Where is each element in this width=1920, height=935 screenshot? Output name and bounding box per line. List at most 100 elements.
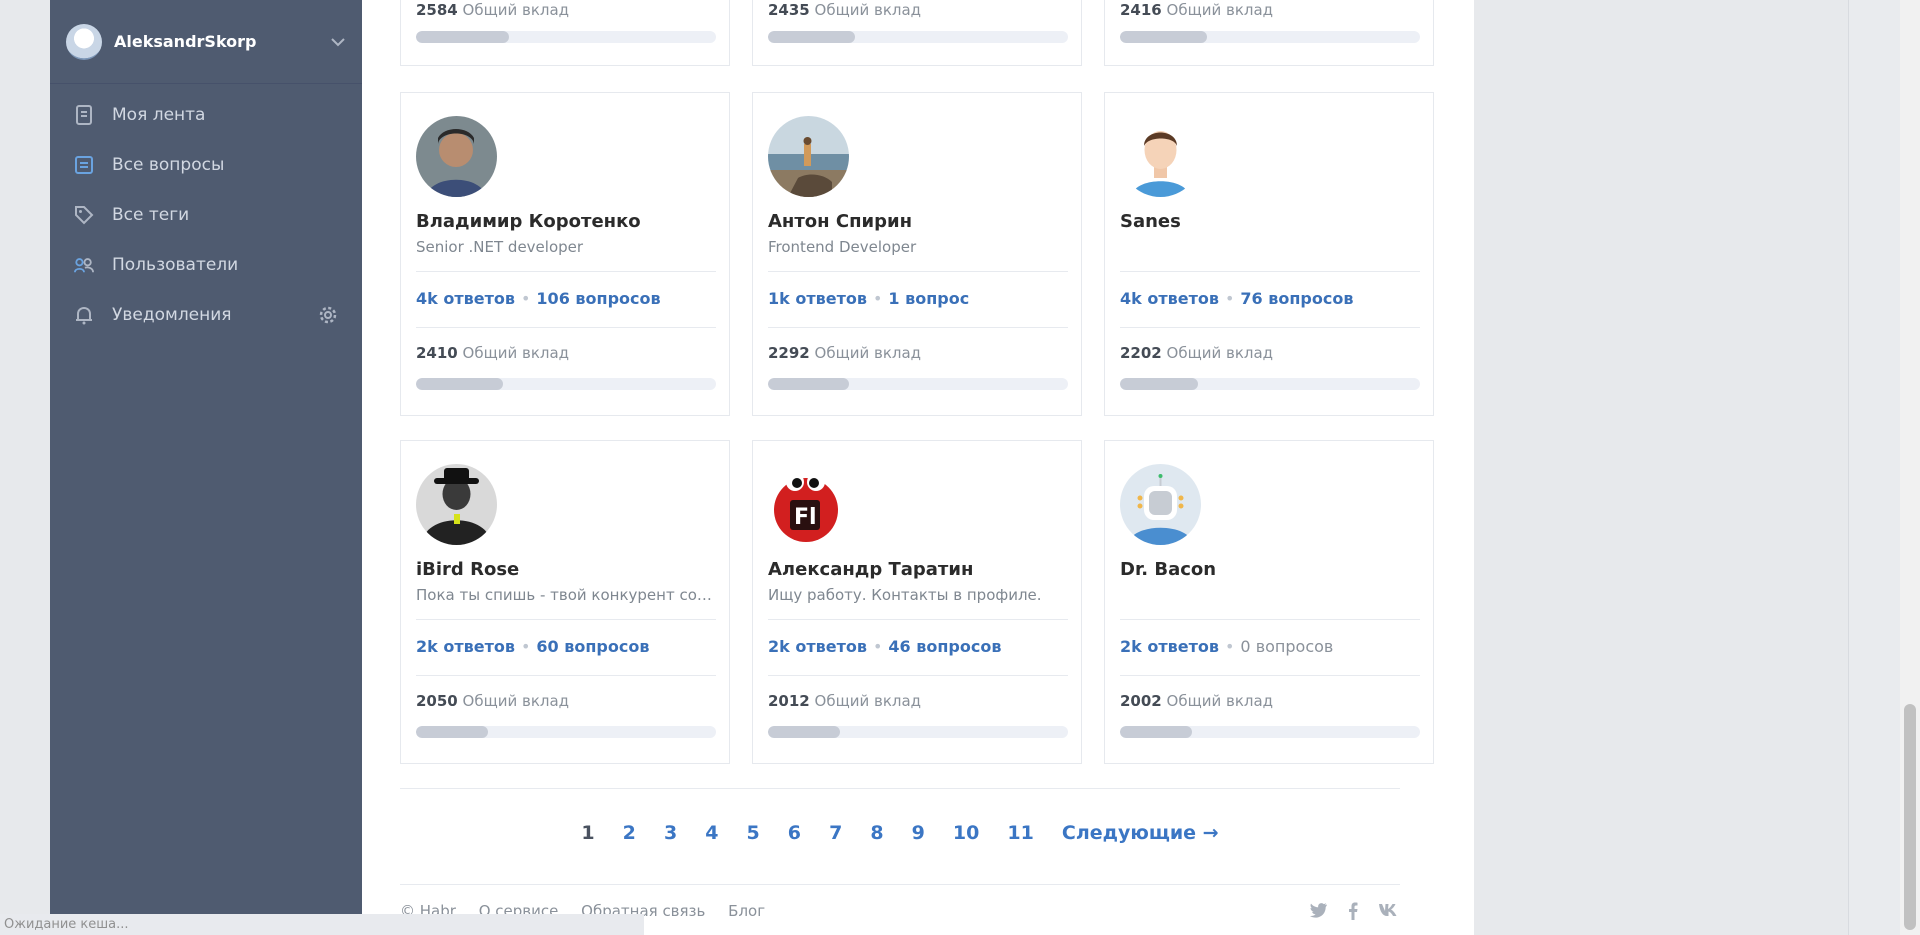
user-name[interactable]: Sanes [1120,211,1181,232]
contribution-bar-fill [768,378,849,390]
user-about: Ищу работу. Контакты в профиле. [768,586,1042,604]
contribution-bar [1120,378,1420,390]
user-name[interactable]: Антон Спирин [768,211,912,232]
facebook-icon[interactable] [1348,902,1358,925]
avatar[interactable] [1120,116,1201,197]
avatar[interactable] [768,116,849,197]
contribution-bar [416,378,716,390]
user-card[interactable]: Антон Спирин Frontend Developer 1k ответ… [752,92,1082,416]
contribution-label: Общий вклад [462,692,570,710]
page-link[interactable]: 1 [581,822,594,844]
questions-link[interactable]: 1 вопрос [888,289,969,308]
contribution-bar [416,31,716,43]
sidebar-item-notifications[interactable]: Уведомления [50,290,362,340]
questions-count: 0 вопросов [1240,637,1334,656]
contribution: 2202 Общий вклад [1120,344,1273,362]
divider [768,271,1068,272]
user-card[interactable]: Fl Александр Таратин Ищу работу. Контакт… [752,440,1082,764]
user-name[interactable]: Dr. Bacon [1120,559,1216,580]
scrollbar-thumb[interactable] [1904,704,1916,930]
user-name[interactable]: Александр Таратин [768,559,973,580]
questions-link[interactable]: 46 вопросов [888,637,1001,656]
answers-link[interactable]: 4k ответов [416,289,515,308]
gear-icon[interactable] [318,305,338,325]
contribution-label: Общий вклад [1166,692,1274,710]
user-card[interactable]: Владимир Коротенко Senior .NET developer… [400,92,730,416]
status-bar: Ожидание кеша... [0,914,644,935]
page-link[interactable]: 10 [953,822,979,844]
contribution-score: 2410 [416,344,458,362]
contribution-score: 2416 [1120,1,1162,19]
page-link[interactable]: 3 [664,822,677,844]
page-link[interactable]: 11 [1007,822,1033,844]
user-card[interactable]: 2435 Общий вклад [752,0,1082,66]
contribution-score: 2584 [416,1,458,19]
user-menu[interactable]: AleksandrSkorp [50,0,362,84]
user-card[interactable]: Sanes 4k ответов • 76 вопросов 2202 Общий … [1104,92,1434,416]
divider [1120,619,1420,620]
answers-link[interactable]: 1k ответов [768,289,867,308]
blog-link[interactable]: Блог [728,902,765,920]
user-card[interactable]: 2584 Общий вклад [400,0,730,66]
answers-link[interactable]: 4k ответов [1120,289,1219,308]
contribution-score: 2202 [1120,344,1162,362]
contribution: 2435 Общий вклад [768,1,921,19]
sidebar-item-questions[interactable]: Все вопросы [50,140,362,190]
avatar[interactable]: Fl [768,464,849,545]
user-card[interactable]: 2416 Общий вклад [1104,0,1434,66]
sidebar-item-tags[interactable]: Все теги [50,190,362,240]
contribution-bar [768,31,1068,43]
avatar[interactable] [416,116,497,197]
user-name[interactable]: Владимир Коротенко [416,211,641,232]
avatar[interactable] [416,464,497,545]
page-link[interactable]: 9 [912,822,925,844]
questions-link[interactable]: 106 вопросов [536,289,660,308]
user-name[interactable]: iBird Rose [416,559,519,580]
user-stats: 1k ответов • 1 вопрос [768,289,969,308]
divider [416,327,716,328]
sidebar-item-users[interactable]: Пользователи [50,240,362,290]
user-card[interactable]: iBird Rose Пока ты спишь - твой конкурен… [400,440,730,764]
questions-link[interactable]: 60 вопросов [536,637,649,656]
contribution: 2050 Общий вклад [416,692,569,710]
page-link[interactable]: 2 [623,822,636,844]
user-name[interactable]: AleksandrSkorp [114,32,330,51]
page-link[interactable]: 6 [788,822,801,844]
page-link[interactable]: 4 [705,822,718,844]
page-link[interactable]: 8 [870,822,883,844]
divider [416,675,716,676]
answers-link[interactable]: 2k ответов [768,637,867,656]
vk-icon[interactable] [1378,902,1400,925]
twitter-icon[interactable] [1310,902,1328,925]
sidebar-item-feed[interactable]: Моя лента [50,90,362,140]
scrollbar[interactable] [1900,0,1920,935]
contribution-label: Общий вклад [1166,1,1274,19]
next-page-link[interactable]: Следующие → [1062,822,1219,844]
contribution-bar [1120,31,1420,43]
user-about: Senior .NET developer [416,238,584,256]
sidebar: AleksandrSkorp Моя лента Все вопросы Все… [50,0,362,935]
divider [1120,675,1420,676]
contribution: 2292 Общий вклад [768,344,921,362]
questions-link[interactable]: 76 вопросов [1240,289,1353,308]
page-link[interactable]: 5 [747,822,760,844]
answers-link[interactable]: 2k ответов [1120,637,1219,656]
separator-dot: • [1224,637,1235,656]
contribution-bar-fill [416,726,488,738]
sidebar-item-label: Все вопросы [112,155,225,175]
avatar[interactable] [1120,464,1201,545]
page-link[interactable]: 7 [829,822,842,844]
contribution-bar [416,726,716,738]
contribution-score: 2002 [1120,692,1162,710]
contribution-bar-fill [1120,726,1192,738]
user-about: Frontend Developer [768,238,917,256]
contribution-label: Общий вклад [462,344,570,362]
main-content: 2584 Общий вклад 2435 Общий вклад 2416 О… [362,0,1474,935]
contribution-bar [1120,726,1420,738]
contribution-bar-fill [768,726,840,738]
user-card[interactable]: Dr. Bacon 2k ответов • 0 вопросов 2002 Общ… [1104,440,1434,764]
answers-link[interactable]: 2k ответов [416,637,515,656]
chevron-down-icon[interactable] [330,34,346,50]
page-gutter-left [0,0,50,935]
avatar[interactable] [66,23,102,60]
